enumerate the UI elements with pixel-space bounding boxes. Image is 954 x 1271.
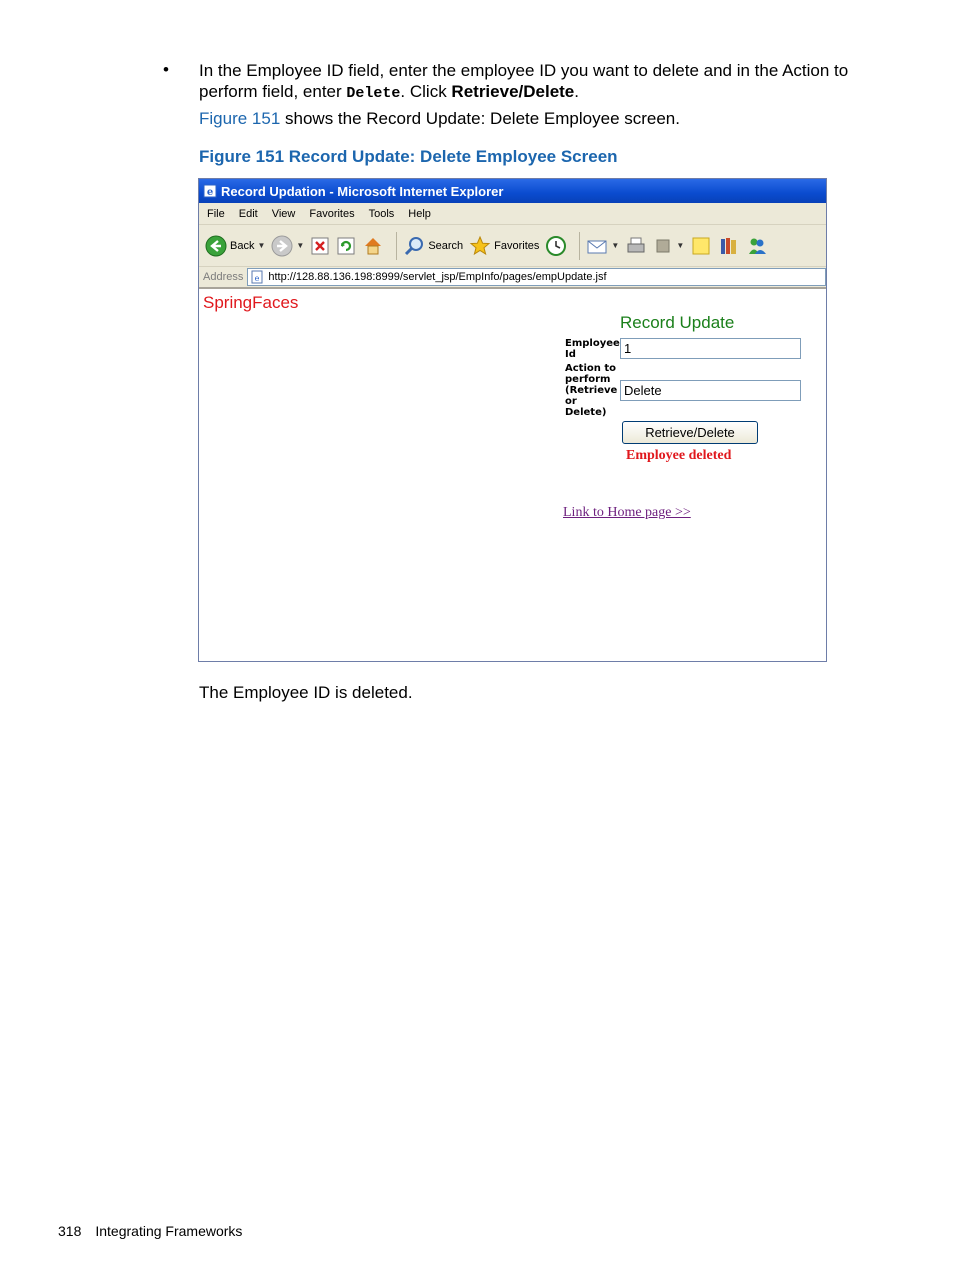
employee-id-field[interactable]: 1 — [620, 338, 801, 359]
page-number: 318 — [58, 1223, 82, 1239]
employee-id-label: Employee Id — [565, 338, 620, 360]
books-icon — [721, 237, 737, 254]
menu-favorites[interactable]: Favorites — [309, 208, 354, 220]
status-message: Employee deleted — [626, 448, 732, 463]
menu-file[interactable]: File — [207, 208, 225, 220]
menu-help[interactable]: Help — [408, 208, 431, 220]
back-arrow-icon — [205, 235, 227, 256]
menu-tools[interactable]: Tools — [369, 208, 395, 220]
address-bar: Address e http://128.88.136.198:8999/ser… — [199, 267, 826, 289]
edit-icon — [656, 239, 670, 252]
menu-bar: File Edit View Favorites Tools Help — [199, 203, 826, 225]
messenger-button[interactable] — [746, 235, 768, 257]
messenger-icon — [749, 238, 767, 254]
action-label: Action to perform (Retrieve or Delete) — [565, 363, 618, 418]
stop-icon — [311, 237, 329, 254]
ie-icon: e — [203, 184, 217, 198]
back-button[interactable]: Back ▼ — [205, 235, 265, 257]
mail-dropdown-icon[interactable]: ▼ — [611, 241, 619, 250]
home-icon — [365, 237, 382, 254]
retrieve-delete-button[interactable]: Retrieve/Delete — [622, 421, 758, 444]
action-field[interactable]: Delete — [620, 380, 801, 401]
history-button[interactable] — [545, 235, 567, 257]
bullet: • — [163, 60, 169, 79]
research-button[interactable] — [718, 235, 740, 257]
refresh-button[interactable] — [336, 236, 356, 256]
printer-icon — [627, 237, 645, 252]
section-name: Integrating Frameworks — [95, 1223, 243, 1239]
record-update-title: Record Update — [620, 313, 735, 332]
forward-button[interactable]: ▼ — [271, 235, 304, 257]
home-button[interactable] — [362, 235, 384, 257]
window-titlebar: e Record Updation - Microsoft Internet E… — [199, 179, 826, 203]
svg-text:e: e — [255, 274, 260, 283]
mail-icon — [587, 240, 607, 253]
forward-arrow-icon — [271, 235, 293, 256]
back-dropdown-icon[interactable]: ▼ — [257, 241, 265, 250]
result-text: The Employee ID is deleted. — [199, 683, 413, 702]
page-content: SpringFaces Record Update Employee Id 1 A… — [199, 289, 826, 659]
toolbar-separator — [579, 231, 581, 260]
stop-button[interactable] — [310, 236, 330, 256]
search-icon — [405, 236, 424, 255]
figure-caption: Figure 151 Record Update: Delete Employe… — [199, 147, 618, 166]
step-instruction: In the Employee ID field, enter the empl… — [199, 61, 849, 102]
note-icon — [692, 237, 710, 254]
menu-view[interactable]: View — [272, 208, 296, 220]
home-page-link[interactable]: Link to Home page >> — [563, 505, 691, 521]
address-label: Address — [203, 271, 244, 283]
address-input[interactable]: e http://128.88.136.198:8999/servlet_jsp… — [247, 268, 826, 286]
search-button[interactable]: Search — [403, 235, 463, 257]
star-icon — [469, 235, 491, 255]
page-footer: 318 Integrating Frameworks — [58, 1223, 242, 1239]
figure-link[interactable]: Figure 151 — [199, 109, 280, 128]
window-title: Record Updation - Microsoft Internet Exp… — [221, 183, 504, 199]
favorites-button[interactable]: Favorites — [469, 235, 539, 257]
page-icon: e — [251, 270, 263, 284]
retrieve-delete-bold: Retrieve/Delete — [451, 82, 575, 101]
svg-text:e: e — [207, 187, 213, 198]
print-button[interactable] — [625, 235, 647, 257]
mail-button[interactable]: ▼ — [586, 235, 619, 257]
toolbar-separator — [396, 231, 398, 260]
forward-dropdown-icon[interactable]: ▼ — [296, 241, 304, 250]
refresh-icon — [337, 237, 355, 254]
browser-screenshot: e Record Updation - Microsoft Internet E… — [198, 178, 827, 662]
brand-logo-text: SpringFaces — [203, 293, 299, 312]
toolbar: Back ▼ ▼ Search Favorites ▼ ▼ — [199, 225, 826, 267]
edit-dropdown-icon[interactable]: ▼ — [676, 241, 684, 250]
address-url: http://128.88.136.198:8999/servlet_jsp/E… — [268, 271, 607, 283]
figure-reference: Figure 151 shows the Record Update: Dele… — [199, 109, 680, 128]
discuss-button[interactable] — [690, 235, 712, 257]
delete-code: Delete — [346, 85, 401, 102]
menu-edit[interactable]: Edit — [239, 208, 258, 220]
history-icon — [546, 235, 567, 256]
edit-button[interactable]: ▼ — [653, 236, 684, 256]
